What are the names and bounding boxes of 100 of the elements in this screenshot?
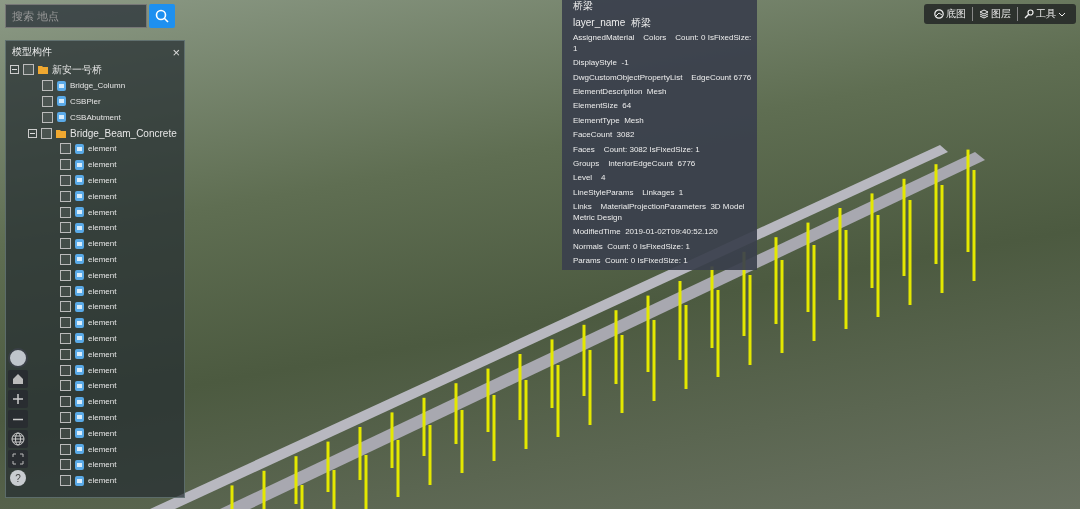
tree-item[interactable]: element [88,318,117,328]
tree-item[interactable]: element [88,397,117,407]
plus-icon [12,393,24,405]
basemap-button[interactable]: 底图 [928,7,972,21]
layer-icon [75,301,84,312]
layer-icon [75,143,84,154]
layer-icon [75,270,84,281]
checkbox[interactable] [60,269,71,281]
checkbox[interactable] [42,80,53,92]
tree-item[interactable]: element [88,333,117,343]
checkbox[interactable] [60,190,71,202]
tree-item[interactable]: element [88,428,117,438]
collapse-icon[interactable] [28,128,37,138]
layers-button[interactable]: 图层 [972,7,1017,21]
search-button[interactable] [149,4,175,28]
checkbox[interactable] [60,301,71,313]
tree-item[interactable]: element [88,476,117,486]
wrench-icon [1024,9,1034,19]
tree-item[interactable]: CSBAbutment [70,112,121,122]
fullscreen-button[interactable] [8,450,28,468]
fullscreen-icon [12,453,24,465]
checkbox[interactable] [60,364,71,376]
layer-icon [75,159,84,170]
property-row-text: AssignedMaterial Colors Count: 0 IsFixedSize: 1 [572,31,753,54]
checkbox[interactable] [60,396,71,408]
close-button[interactable]: × [172,45,180,59]
layer-icon [75,396,84,407]
checkbox[interactable] [60,411,71,423]
checkbox[interactable] [60,174,71,186]
checkbox[interactable] [60,332,71,344]
property-row-text: Params Count: 0 IsFixedSize: 1 [572,255,689,267]
layer-icon [75,191,84,202]
layer-icon [75,333,84,344]
tools-button[interactable]: 工具 [1017,7,1072,21]
checkbox[interactable] [60,253,71,265]
checkbox[interactable] [60,459,71,471]
property-row-text: ElementDescription Mesh [572,85,668,97]
layer-icon [75,349,84,360]
layer-icon [75,207,84,218]
property-row-text: FaceCount 3082 [572,129,636,141]
zoom-out-button[interactable] [8,410,28,428]
tree-item[interactable]: element [88,239,117,249]
tree-item[interactable]: element [88,270,117,280]
checkbox[interactable] [60,348,71,360]
globe-button[interactable] [8,430,28,448]
checkbox[interactable] [60,475,71,487]
tree-item[interactable]: element [88,175,117,185]
checkbox[interactable] [60,380,71,392]
layer-icon [75,365,84,376]
collapse-icon[interactable] [10,65,19,75]
checkbox[interactable] [42,96,53,107]
checkbox[interactable] [60,427,71,439]
layers-icon [979,9,989,19]
tree-item[interactable]: Bridge_Beam_Concrete [70,127,177,139]
checkbox[interactable] [42,111,53,123]
checkbox[interactable] [60,443,71,455]
layer-icon [75,254,84,265]
tree-item[interactable]: element [88,144,117,154]
tree-item[interactable]: Bridge_Column [70,81,126,91]
checkbox[interactable] [41,127,52,139]
tree-item[interactable]: element [88,381,117,391]
checkbox[interactable] [60,159,71,171]
tree-item[interactable]: element [88,207,117,217]
tree-item[interactable]: element [88,444,117,454]
layer-icon [57,96,66,107]
zoom-in-button[interactable] [8,390,28,408]
home-button[interactable] [8,370,28,388]
globe-icon [11,432,25,446]
tree-item[interactable]: element [88,460,117,470]
search-field[interactable]: 搜索 地点 [5,4,147,28]
tree-item[interactable]: element [88,365,117,375]
search-icon [155,9,169,23]
checkbox[interactable] [60,222,71,234]
checkbox[interactable] [60,206,71,218]
property-row-text: Groups InteriorEdgeCount 6776 [572,157,697,169]
tree-item[interactable]: element [88,302,117,312]
folder-icon [56,128,66,138]
property-row-text: LineStyleParams Linkages 1 [572,186,685,198]
tree-item[interactable]: element [88,191,117,201]
tree-item[interactable]: CSBPier [70,97,101,106]
tree-item[interactable]: element [88,160,117,170]
tree-item[interactable]: element [88,286,117,296]
folder-icon [38,65,48,75]
layer-icon [75,428,84,439]
tree-item[interactable]: element [88,223,117,233]
checkbox[interactable] [60,285,71,297]
checkbox[interactable] [60,238,71,250]
checkbox[interactable] [60,317,71,329]
tree-item[interactable]: 新安一号桥 [52,62,102,77]
checkbox[interactable] [23,64,34,76]
popup-title: 桥梁 [572,0,594,13]
tree-item[interactable]: element [88,254,117,264]
tree-item[interactable]: element [88,349,117,359]
panel-title: 模型构件 [12,45,52,59]
property-row-text: Faces Count: 3082 IsFixedSize: 1 [572,143,701,155]
property-row-text: DwgCustomObjectPropertyList EdgeCount 6776 [572,71,753,83]
property-row-text: ModifiedTime 2019-01-02T09:40:52.120 [572,226,719,238]
checkbox[interactable] [60,143,71,155]
tree-item[interactable]: element [88,412,117,422]
layer-icon [75,380,84,391]
